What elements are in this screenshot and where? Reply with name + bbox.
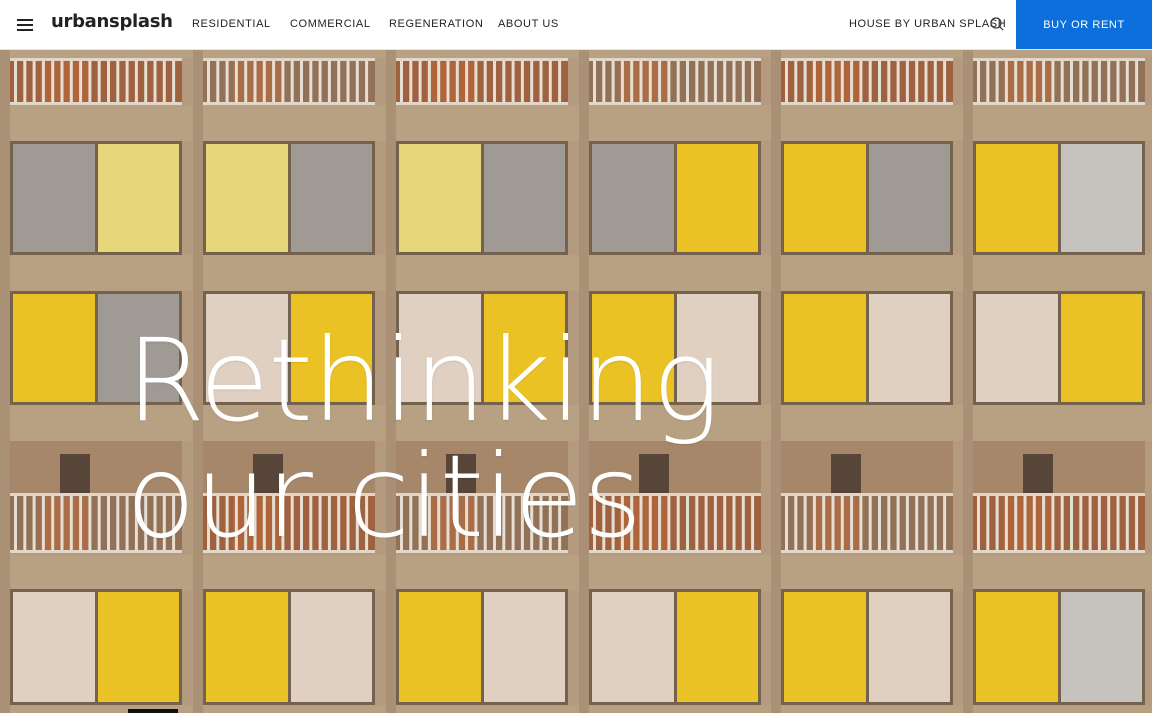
- hero-headline: Rethinking our cities: [126, 314, 720, 563]
- search-icon[interactable]: [989, 16, 1005, 32]
- nav-about-us[interactable]: ABOUT US: [498, 18, 559, 30]
- slide-indicator[interactable]: [128, 709, 178, 713]
- nav-residential[interactable]: RESIDENTIAL: [192, 18, 271, 30]
- house-by-urban-splash-link[interactable]: HOUSE BY URBAN SPLASH: [849, 18, 1006, 30]
- hero-banner: Rethinking our cities: [0, 50, 1152, 713]
- buy-or-rent-button[interactable]: BUY OR RENT: [1016, 0, 1152, 49]
- nav-commercial[interactable]: COMMERCIAL: [290, 18, 371, 30]
- headline-line-2: our cities: [126, 430, 642, 563]
- menu-icon[interactable]: [17, 16, 35, 32]
- logo[interactable]: urbansplash: [51, 11, 173, 32]
- headline-line-1: Rethinking: [126, 314, 720, 447]
- nav-regeneration[interactable]: REGENERATION: [389, 18, 483, 30]
- site-header: urbansplash RESIDENTIAL COMMERCIAL REGEN…: [0, 0, 1152, 50]
